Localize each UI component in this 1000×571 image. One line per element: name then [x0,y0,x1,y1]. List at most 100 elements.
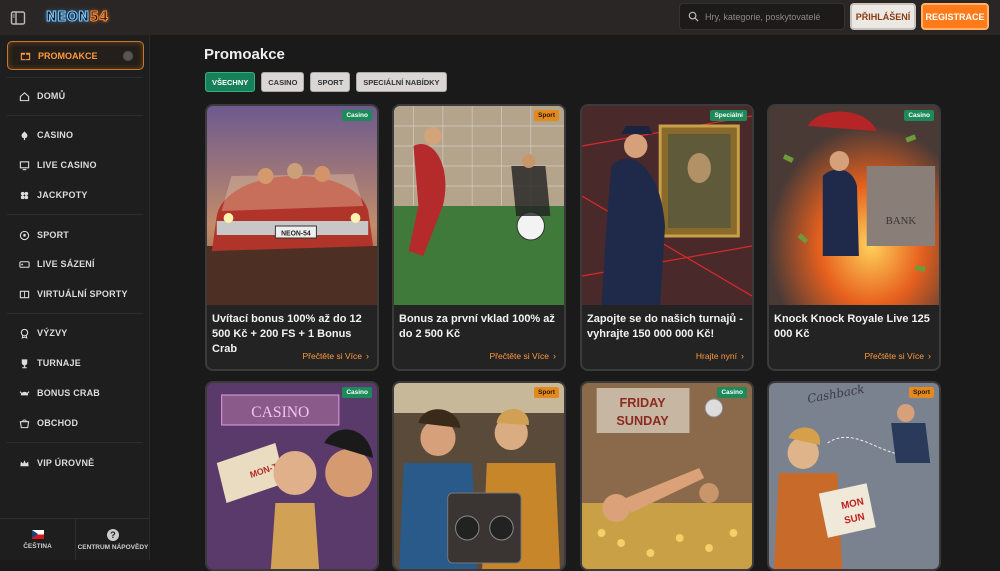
promo-card[interactable]: Sport Bonus za první vklad 100% až do 2 … [392,104,566,371]
virtual-sport-icon [18,288,30,300]
play-now-link[interactable]: Hrajte nyní › [696,351,744,361]
promo-image-bank: BANK [769,106,939,305]
read-more-link[interactable]: Přečtěte si Více › [489,351,556,361]
promo-title: Knock Knock Royale Live 125 000 Kč [774,313,930,340]
sidebar-item-label: JACKPOTY [37,190,88,200]
read-more-link[interactable]: Přečtěte si Více › [864,351,931,361]
promo-card[interactable]: Speciální Zapojte se do našich turnajů -… [580,104,754,371]
filter-specialni-nabidky[interactable]: SPECIÁLNÍ NABÍDKY [356,72,447,92]
sidebar-item-bonus-crab[interactable]: BONUS CRAB [18,387,100,399]
sidebar-item-label: VIRTUÁLNÍ SPORTY [37,289,128,299]
promo-image-soccer [394,106,564,305]
promo-image-car-heist: NEON-54 [207,106,377,305]
filter-tabs: VŠECHNY CASINO SPORT SPECIÁLNÍ NABÍDKY [205,72,447,92]
jackpot-icon [18,189,30,201]
search-icon [688,11,699,22]
help-icon: ? [107,528,119,541]
promo-image-casino-ticket: CASINO MON-THU [207,383,377,569]
filter-sport[interactable]: SPORT [310,72,351,92]
sidebar-item-vip-urovne[interactable]: VIP ÚROVNĚ [18,457,94,469]
category-badge: Speciální [710,110,747,121]
sidebar-item-jackpoty[interactable]: JACKPOTY [18,189,88,201]
collapse-toggle-icon[interactable] [123,51,133,61]
sidebar-toggle-icon [10,10,26,25]
sidebar-divider [7,442,143,443]
live-casino-icon [18,159,30,171]
sidebar-item-live-sazeni[interactable]: LIVE SÁZENÍ [18,258,95,270]
chevron-right-icon: › [366,351,369,361]
category-badge: Casino [342,110,372,121]
filter-casino[interactable]: CASINO [261,72,305,92]
gift-icon [19,50,31,62]
promo-image-museum [582,106,752,305]
sidebar-divider [7,115,143,116]
sidebar-item-label: LIVE SÁZENÍ [37,259,95,269]
sidebar-item-casino[interactable]: CASINO [18,129,73,141]
language-switch[interactable]: ČEŠTINA [0,519,75,560]
language-label: ČEŠTINA [23,542,52,550]
sidebar-item-label: PROMOAKCE [38,50,98,61]
svg-text:FRIDAY: FRIDAY [620,395,667,410]
search-box[interactable] [679,3,845,30]
crab-icon [18,387,30,399]
sidebar-divider [7,214,143,215]
sidebar-item-label: CASINO [37,130,74,140]
promo-card[interactable]: FRIDAY SUNDAY Casino [580,381,754,571]
sidebar-divider [7,313,143,314]
promo-card[interactable]: BANK Casino Knock Knock Royale Live 125 … [767,104,941,371]
help-label: CENTRUM NÁPOVĚDY [77,543,149,551]
register-button[interactable]: REGISTRACE [921,3,989,30]
sidebar-item-sport[interactable]: SPORT [18,229,69,241]
read-more-link[interactable]: Přečtěte si Více › [302,351,369,361]
sidebar-item-label: DOMŮ [37,91,66,101]
help-center-link[interactable]: ? CENTRUM NÁPOVĚDY [75,519,150,560]
sidebar-item-live-casino[interactable]: LIVE CASINO [18,159,97,171]
chevron-right-icon: › [553,351,556,361]
login-button[interactable]: PŘIHLÁŠENÍ [850,3,916,30]
promo-title: Bonus za první vklad 100% až do 2 500 Kč [399,313,555,340]
sidebar-item-label: LIVE CASINO [37,160,97,170]
sidebar-item-label: VÝZVY [37,328,68,338]
cards-icon [18,129,30,141]
promo-card[interactable]: Sport [392,381,566,571]
promo-image-friday-sunday: FRIDAY SUNDAY [582,383,752,569]
sidebar-item-label: BONUS CRAB [37,388,101,398]
shop-icon [18,417,30,429]
sidebar-item-virtualni-sporty[interactable]: VIRTUÁLNÍ SPORTY [18,288,128,300]
promo-card[interactable]: NEON-54 Casino Uvítací bonus 100% až do … [205,104,379,371]
sidebar-item-domu[interactable]: DOMŮ [18,90,65,102]
svg-text:CASINO: CASINO [251,404,309,421]
promo-card[interactable]: Cashback MON SUN Sport [767,381,941,571]
chevron-right-icon: › [741,351,744,361]
sidebar-item-vyzvy[interactable]: VÝZVY [18,327,68,339]
category-badge: Sport [534,387,559,398]
category-badge: Casino [342,387,372,398]
svg-text:SUNDAY: SUNDAY [616,413,669,428]
category-badge: Sport [534,110,559,121]
sidebar-footer: ČEŠTINA ? CENTRUM NÁPOVĚDY [0,518,150,560]
sidebar-item-turnaje[interactable]: TURNAJE [18,357,81,369]
live-bet-icon [18,258,30,270]
soccer-ball-icon [18,229,30,241]
filter-vsechny[interactable]: VŠECHNY [205,72,256,92]
brand-logo[interactable]: NEON54 [46,10,109,26]
home-icon [18,90,30,102]
svg-text:BANK: BANK [886,215,917,227]
category-badge: Casino [904,110,934,121]
svg-text:NEON-54: NEON-54 [281,230,311,237]
sidebar-toggle-button[interactable] [0,0,36,35]
search-input[interactable] [705,11,844,22]
challenge-icon [18,327,30,339]
promo-card[interactable]: CASINO MON-THU Casino [205,381,379,571]
category-badge: Sport [909,387,934,398]
sidebar-item-label: TURNAJE [37,358,81,368]
page-title: Promoakce [204,46,285,63]
trophy-icon [18,357,30,369]
sidebar-item-label: SPORT [37,230,70,240]
sidebar-item-obchod[interactable]: OBCHOD [18,417,78,429]
vip-crown-icon [18,457,30,469]
sidebar-item-promoakce[interactable]: PROMOAKCE [7,41,144,70]
sidebar-item-label: VIP ÚROVNĚ [37,458,95,468]
sidebar-item-label: OBCHOD [37,418,79,428]
czech-flag-icon [31,529,44,539]
